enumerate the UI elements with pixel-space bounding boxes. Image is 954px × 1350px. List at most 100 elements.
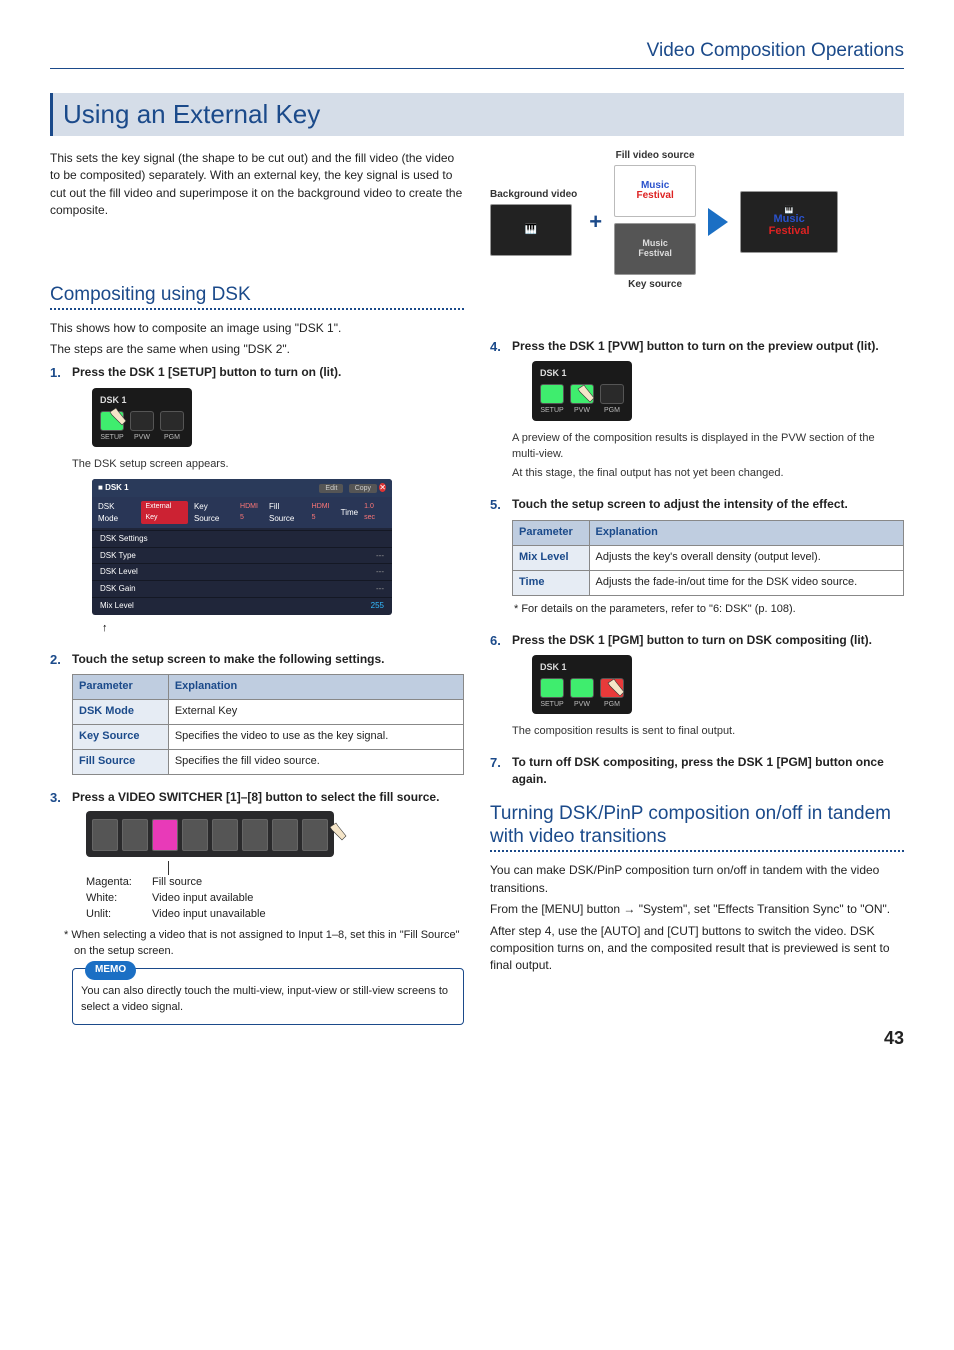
step-num: 6.	[490, 632, 501, 651]
panel-title: DSK 1	[540, 367, 624, 380]
panel-lbl: SETUP	[540, 406, 564, 416]
row: DSK Level	[100, 567, 138, 576]
td: Specifies the fill video source.	[168, 750, 463, 775]
pointer-hand-icon	[566, 383, 606, 423]
td: Adjusts the fade-in/out time for the DSK…	[589, 570, 904, 595]
legend-v: Fill source	[152, 875, 202, 891]
dsk-panel-pvw: DSK 1 SETUP PVW PGM	[532, 361, 632, 420]
dsk-panel-setup: DSK 1 SETUP PVW	[92, 388, 192, 447]
td: Mix Level	[513, 545, 590, 570]
row: DSK Gain	[100, 584, 136, 593]
val: External Key	[141, 501, 187, 523]
step-title: To turn off DSK compositing, press the D…	[512, 755, 884, 786]
step-5: 5. Touch the setup screen to adjust the …	[490, 496, 904, 617]
td: Specifies the video to use as the key si…	[168, 725, 463, 750]
dsk-setup-screen: ■ DSK 1 Edit Copy ✕ DSK Mode External Ke…	[92, 479, 392, 615]
step-title: Press the DSK 1 [PVW] button to turn on …	[512, 339, 879, 353]
step-num: 7.	[490, 754, 501, 773]
composition-diagram: Background video 🎹 + Fill video source M…	[490, 150, 904, 294]
step-4: 4. Press the DSK 1 [PVW] button to turn …	[490, 338, 904, 482]
setup-button	[540, 678, 564, 698]
dsk-panel-pgm: DSK 1 SETUP PVW PGM	[532, 655, 632, 714]
tandem-p1: You can make DSK/PinP composition turn o…	[490, 862, 904, 897]
step-2: 2. Touch the setup screen to make the fo…	[50, 651, 464, 775]
divider	[490, 850, 904, 852]
step2-table: ParameterExplanation DSK ModeExternal Ke…	[72, 674, 464, 775]
step-1: 1. Press the DSK 1 [SETUP] button to tur…	[50, 364, 464, 637]
switcher-legend: Magenta:Fill source White:Video input av…	[86, 875, 464, 923]
td: External Key	[168, 700, 463, 725]
step-title: Press the DSK 1 [PGM] button to turn on …	[512, 633, 872, 647]
row: DSK Type	[100, 551, 136, 560]
lbl: Time	[341, 507, 358, 519]
page-title: Using an External Key	[50, 93, 904, 136]
row: DSK Settings	[100, 534, 148, 543]
th: Explanation	[168, 675, 463, 700]
video-switcher	[86, 811, 334, 857]
fill-frame: MusicFestival	[614, 165, 696, 217]
td: DSK Mode	[73, 700, 169, 725]
row-v: ---	[376, 583, 384, 595]
step4-after1: A preview of the composition results is …	[512, 431, 904, 463]
edit-pill: Edit	[319, 484, 343, 493]
arrow-icon	[708, 208, 728, 236]
arrow-right-icon: →	[623, 902, 635, 916]
val: 1.0 sec	[364, 502, 386, 522]
plus-icon: +	[589, 209, 602, 235]
step-title: Touch the setup screen to make the follo…	[72, 652, 385, 666]
panel-lbl: SETUP	[540, 700, 564, 710]
val: HDMI 5	[312, 502, 335, 522]
td: Key Source	[73, 725, 169, 750]
val: HDMI 5	[240, 502, 263, 522]
diag-lbl: Key source	[614, 279, 696, 290]
th: Parameter	[513, 520, 590, 545]
step3-note: * When selecting a video that is not ass…	[62, 928, 464, 960]
pvw-button	[570, 678, 594, 698]
memo-label: MEMO	[85, 961, 136, 980]
section-header: Video Composition Operations	[50, 40, 904, 69]
step-num: 1.	[50, 364, 61, 383]
row: Mix Level	[100, 601, 134, 610]
close-icon: ✕	[379, 483, 386, 492]
row-v: ---	[376, 566, 384, 578]
step5-table: ParameterExplanation Mix LevelAdjusts th…	[512, 520, 904, 596]
lbl: Fill Source	[269, 501, 306, 524]
step6-after: The composition results is sent to final…	[512, 724, 904, 740]
panel-title: DSK 1	[540, 661, 624, 674]
key-frame: MusicFestival	[614, 223, 696, 275]
pointer-hand-icon	[596, 677, 636, 717]
step-title: Touch the setup screen to adjust the int…	[512, 497, 848, 511]
lbl: DSK Mode	[98, 501, 135, 524]
step-num: 2.	[50, 651, 61, 670]
step-num: 5.	[490, 496, 501, 515]
memo-box: MEMO You can also directly touch the mul…	[72, 968, 464, 1025]
pointer-hand-icon	[98, 406, 138, 446]
pgm-button	[160, 411, 184, 431]
bg-frame: 🎹	[490, 204, 572, 256]
diag-lbl: Fill video source	[614, 150, 696, 161]
page-number: 43	[884, 1028, 904, 1049]
td: Fill Source	[73, 750, 169, 775]
step-num: 4.	[490, 338, 501, 357]
th: Explanation	[589, 520, 904, 545]
lbl: Key Source	[194, 501, 234, 524]
step-title: Press a VIDEO SWITCHER [1]–[8] button to…	[72, 790, 439, 804]
legend-v: Video input unavailable	[152, 907, 266, 923]
result-frame: 🎹 MusicFestival	[740, 191, 838, 253]
panel-lbl: PVW	[570, 700, 594, 710]
step4-after2: At this stage, the final output has not …	[512, 466, 904, 482]
intro-text: This sets the key signal (the shape to b…	[50, 150, 464, 220]
step-title: Press the DSK 1 [SETUP] button to turn o…	[72, 365, 341, 379]
h2-tandem: Turning DSK/PinP composition on/off in t…	[490, 803, 904, 849]
legend-l: White:	[86, 891, 142, 907]
step5-note: * For details on the parameters, refer t…	[512, 602, 904, 618]
step-3: 3. Press a VIDEO SWITCHER [1]–[8] button…	[50, 789, 464, 1025]
td: Time	[513, 570, 590, 595]
tandem-p3: After step 4, use the [AUTO] and [CUT] b…	[490, 923, 904, 975]
step-6: 6. Press the DSK 1 [PGM] button to turn …	[490, 632, 904, 741]
step-num: 3.	[50, 789, 61, 808]
legend-l: Magenta:	[86, 875, 142, 891]
legend-l: Unlit:	[86, 907, 142, 923]
row-v: 255	[371, 600, 384, 612]
td: Adjusts the key's overall density (outpu…	[589, 545, 904, 570]
